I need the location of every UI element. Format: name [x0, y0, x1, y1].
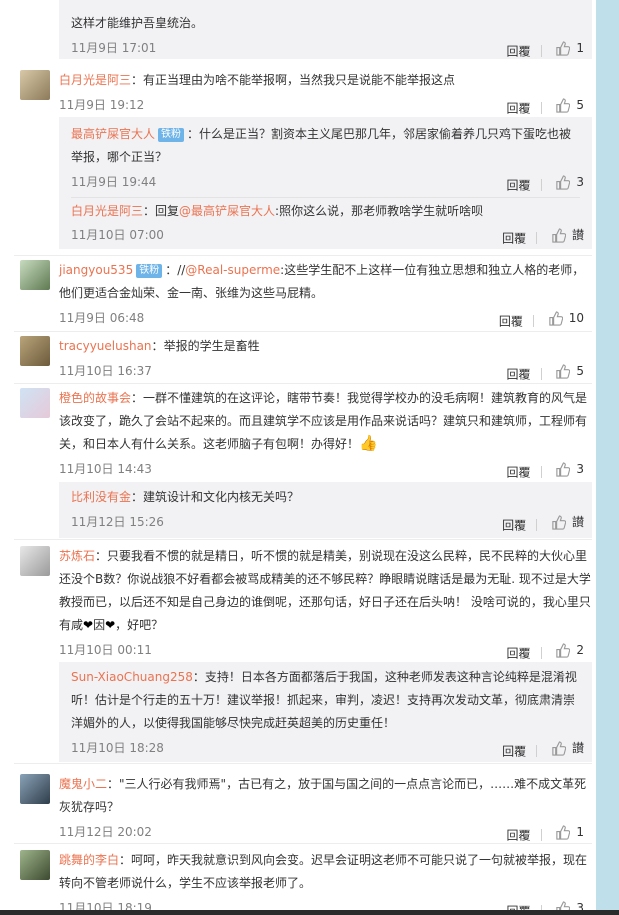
thumbs-up-icon: [552, 227, 566, 243]
comment-item: 跳舞的李白：呵呵，昨天我就意识到风向会变。迟早会证明这老师不可能只说了一句就被举…: [14, 846, 592, 915]
mention-link[interactable]: @最高铲屎官大人: [179, 204, 275, 218]
reply-button[interactable]: 回覆: [507, 179, 531, 193]
username[interactable]: 跳舞的李白: [59, 853, 119, 867]
reply-button[interactable]: 回覆: [502, 232, 526, 246]
like-button[interactable]: 讃: [551, 511, 584, 533]
like-button[interactable]: 1: [555, 37, 584, 59]
thumbs-up-icon: [552, 740, 566, 756]
comment-time: 11月10日 07:00: [71, 228, 164, 242]
reply-button[interactable]: 回覆: [507, 102, 531, 116]
avatar[interactable]: [20, 336, 50, 366]
like-button[interactable]: 10: [548, 307, 584, 329]
heart-icon: ❤: [83, 618, 94, 632]
like-button[interactable]: 3: [555, 171, 584, 193]
comment-text: "三人行必有我师焉"，古已有之，放于国与国之间的一点点言论而已，……难不成文革死…: [59, 777, 587, 814]
username[interactable]: 魔鬼小二: [59, 777, 107, 791]
username[interactable]: Sun-XiaoChuang258: [71, 670, 193, 684]
comment-text: 这样才能维护吾皇统治。: [71, 16, 204, 30]
thumbs-up-icon: [549, 310, 563, 326]
comment-time: 11月10日 16:37: [59, 364, 152, 378]
like-count: 2: [576, 643, 584, 657]
fan-badge: 铁粉: [136, 264, 163, 278]
comment-text: :照你这么说，那老师教啥学生就听啥呗: [275, 204, 484, 218]
page-side-background: [596, 0, 619, 915]
thumbs-up-icon: [556, 461, 571, 477]
comment-time: 11月9日 17:01: [71, 41, 157, 55]
reply-button[interactable]: 回覆: [499, 315, 523, 329]
thumbs-up-icon: [552, 514, 566, 530]
avatar[interactable]: [20, 774, 50, 804]
username[interactable]: 苏炼石: [59, 549, 95, 563]
username[interactable]: 橙色的故事会: [59, 391, 131, 405]
reply-button[interactable]: 回覆: [507, 829, 531, 843]
fan-badge: 铁粉: [158, 128, 185, 142]
taskbar-edge: [0, 910, 619, 915]
like-button[interactable]: 3: [555, 458, 584, 480]
reply-button[interactable]: 回覆: [507, 647, 531, 661]
reply-button[interactable]: 回覆: [502, 519, 526, 533]
reply-block: Sun-XiaoChuang258：支持！日本各方面都落后于我国，这种老师发表这…: [59, 662, 592, 762]
comment-list: 这样才能维护吾皇统治。 11月9日 17:01 回覆 1 白月光是阿三：有正当理…: [0, 0, 596, 915]
mention-link[interactable]: @Real-superme: [185, 263, 280, 277]
reply-button[interactable]: 回覆: [507, 45, 531, 59]
comment-text: 举报的学生是畜牲: [163, 339, 260, 353]
like-count: 1: [576, 41, 584, 55]
comment-text: ：建筑设计和文化内核无关吗？: [131, 490, 300, 504]
like-count: 讃: [571, 741, 584, 755]
avatar[interactable]: [20, 70, 50, 100]
like-count: 5: [576, 98, 584, 112]
comment-item: jiangyou535 铁粉 ：//@Real-superme:这些学生配不上这样一…: [14, 256, 592, 332]
like-count: 讃: [571, 228, 584, 242]
reply-button[interactable]: 回覆: [507, 466, 531, 480]
avatar[interactable]: [20, 850, 50, 880]
reply-block: 这样才能维护吾皇统治。 11月9日 17:01 回覆 1: [59, 0, 592, 59]
like-button[interactable]: 5: [555, 360, 584, 382]
comment-time: 11月9日 19:12: [59, 98, 145, 112]
avatar[interactable]: [20, 388, 50, 418]
comment-time: 11月10日 18:28: [71, 741, 164, 755]
comment-time: 11月10日 00:11: [59, 643, 152, 657]
reply-block: 比利没有金：建筑设计和文化内核无关吗？ 11月12日 15:26 回覆 讃: [59, 482, 592, 538]
thumbs-up-icon: [556, 824, 571, 840]
comment-time: 11月12日 20:02: [59, 825, 152, 839]
like-button[interactable]: 讃: [551, 737, 584, 759]
username[interactable]: 白月光是阿三: [59, 73, 131, 87]
username[interactable]: jiangyou535: [59, 263, 133, 277]
username[interactable]: 白月光是阿三: [71, 204, 143, 218]
avatar[interactable]: [20, 260, 50, 290]
heart-icon: ❤: [105, 618, 116, 632]
comment-text: 有正当理由为啥不能举报啊，当然我只是说能不能举报这点: [143, 73, 456, 87]
avatar[interactable]: [20, 546, 50, 576]
thumbs-up-icon: [556, 363, 571, 379]
comment-time: 11月9日 06:48: [59, 311, 145, 325]
like-count: 3: [576, 462, 584, 476]
comment-time: 11月12日 15:26: [71, 515, 164, 529]
like-count: 5: [576, 364, 584, 378]
like-count: 3: [576, 175, 584, 189]
like-button[interactable]: 讃: [551, 224, 584, 246]
like-count: 讃: [571, 515, 584, 529]
like-count: 1: [576, 825, 584, 839]
thumbs-up-icon: [556, 642, 571, 658]
thumbs-up-emoji-icon: 👍: [359, 434, 378, 452]
reply-button[interactable]: 回覆: [507, 368, 531, 382]
like-count: 10: [568, 311, 584, 325]
reply-button[interactable]: 回覆: [502, 745, 526, 759]
thumbs-up-icon: [556, 40, 571, 56]
thumbs-up-icon: [556, 174, 571, 190]
like-button[interactable]: 2: [555, 639, 584, 661]
like-button[interactable]: 1: [555, 821, 584, 843]
comment-text: 呵呵，昨天我就意识到风向会变。迟早会证明这老师不可能只说了一句就被举报，现在转向…: [59, 853, 588, 890]
reply-block: 最高铲屎官大人 铁粉 ：什么是正当？割资本主义尾巴那几年，邻居家偷着养几只鸡下蛋吃也…: [59, 117, 592, 249]
username[interactable]: tracyyuelushan: [59, 339, 152, 353]
thumbs-up-icon: [556, 97, 571, 113]
username[interactable]: 比利没有金: [71, 490, 131, 504]
username[interactable]: 最高铲屎官大人: [71, 127, 155, 141]
comment-time: 11月9日 19:44: [71, 175, 157, 189]
comment-item: 魔鬼小二："三人行必有我师焉"，古已有之，放于国与国之间的一点点言论而已，……难…: [14, 770, 592, 844]
comment-item: tracyyuelushan：举报的学生是畜牲 11月10日 16:37 回覆 …: [14, 332, 592, 384]
comment-time: 11月10日 14:43: [59, 462, 152, 476]
like-button[interactable]: 5: [555, 94, 584, 116]
